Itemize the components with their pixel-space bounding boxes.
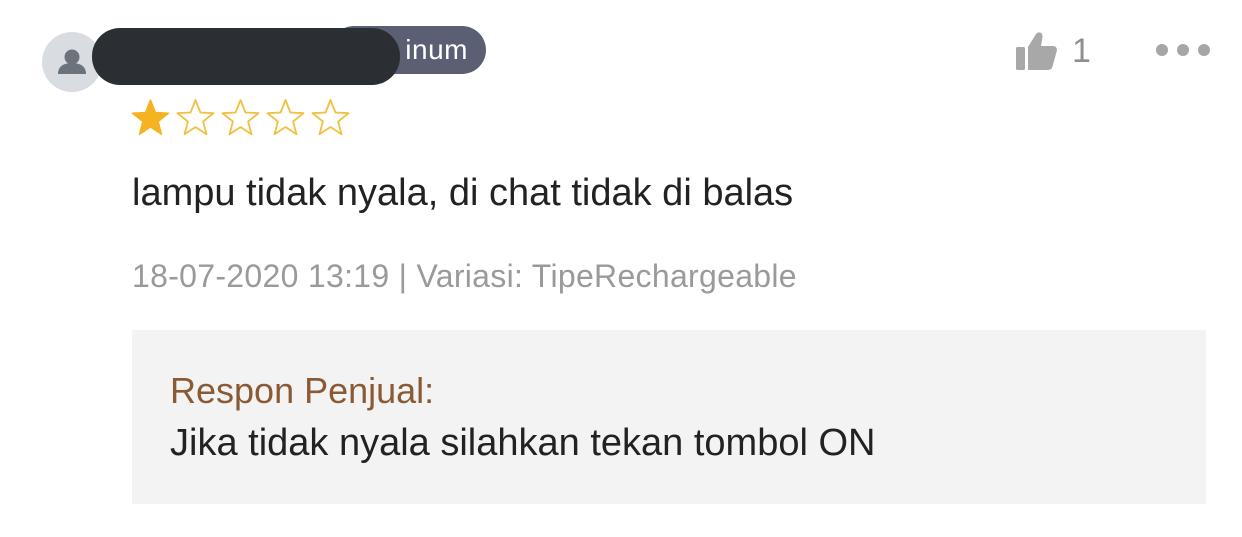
thumbs-up-icon [1016,32,1057,70]
more-dot [1177,44,1189,56]
star-empty-icon [311,99,350,136]
like-button[interactable]: 1 [1014,26,1091,76]
seller-response-text: Jika tidak nyala silahkan tekan tombol O… [170,422,876,464]
star-empty-icon [176,99,215,136]
review-text: lampu tidak nyala, di chat tidak di bala… [132,172,794,214]
more-horizontal-icon [1156,44,1168,56]
like-count: 1 [1072,31,1091,70]
review-meta: 18-07-2020 13:19 | Variasi: TipeRecharge… [132,258,797,294]
seller-response-box: Respon Penjual: Jika tidak nyala silahka… [132,330,1206,504]
more-dot [1198,44,1210,56]
seller-response-title: Respon Penjual: [170,370,435,411]
star-filled-icon [131,99,170,136]
more-options-button[interactable] [1156,38,1210,62]
star-empty-icon [266,99,305,136]
star-empty-icon [221,99,260,136]
reviewer-name-redacted [92,28,400,85]
rating-stars [130,98,351,138]
